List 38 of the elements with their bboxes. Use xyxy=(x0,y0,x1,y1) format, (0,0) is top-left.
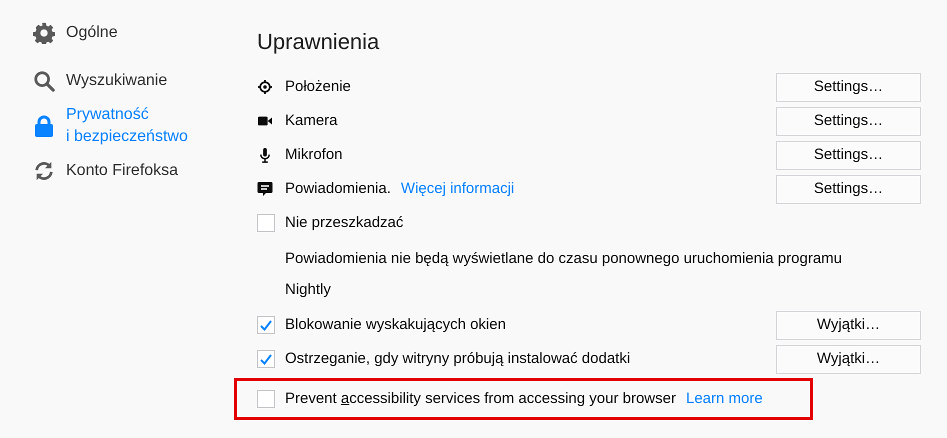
checkbox-label: Nie przeszkadzać xyxy=(285,212,404,233)
permission-label: Położenie xyxy=(285,76,351,97)
microphone-icon xyxy=(259,148,271,162)
section-title: Uprawnienia xyxy=(257,28,380,56)
settings-button[interactable]: Settings… xyxy=(776,140,921,170)
chat-bubble-icon xyxy=(257,181,273,197)
camera-icon xyxy=(258,115,272,127)
checkbox[interactable] xyxy=(257,316,275,334)
settings-button[interactable]: Settings… xyxy=(776,174,921,204)
sidebar-label: Ogólne xyxy=(66,23,118,43)
sync-icon xyxy=(33,160,55,182)
settings-button[interactable]: Wyjątki… xyxy=(776,344,921,374)
checkbox[interactable] xyxy=(257,350,275,368)
location-icon xyxy=(258,80,272,94)
sidebar-label: Wyszukiwanie xyxy=(66,71,168,91)
gear-icon xyxy=(33,22,55,44)
permission-label: Kamera xyxy=(285,110,338,131)
checkbox[interactable] xyxy=(257,214,275,232)
settings-button[interactable]: Settings… xyxy=(776,72,921,102)
permission-label: Mikrofon xyxy=(285,144,343,165)
sidebar-label: Prywatność i bezpieczeństwo xyxy=(66,105,188,147)
note-text: Powiadomienia nie będą wyświetlane do czasu ponownego uruchomienia programu Nightly xyxy=(285,249,844,300)
lock-icon xyxy=(34,115,54,137)
checkmark-icon xyxy=(260,354,272,364)
sidebar-item[interactable]: Ogólne xyxy=(33,22,230,44)
sidebar-item[interactable]: Prywatność i bezpieczeństwo xyxy=(33,104,230,148)
checkbox-label: Prevent accessibility services from accessing your browser xyxy=(285,388,676,409)
sidebar-label: Konto Firefoksa xyxy=(66,161,178,181)
checkbox[interactable] xyxy=(257,390,275,408)
search-icon xyxy=(33,70,55,92)
permission-label: Powiadomienia. xyxy=(285,178,391,199)
checkmark-icon xyxy=(260,320,272,330)
sidebar-item[interactable]: Konto Firefoksa xyxy=(33,160,230,182)
settings-button[interactable]: Settings… xyxy=(776,106,921,136)
checkbox-label: Ostrzeganie, gdy witryny próbują instalować dodatki xyxy=(285,348,630,369)
sidebar-item[interactable]: Wyszukiwanie xyxy=(33,70,230,92)
settings-button[interactable]: Wyjątki… xyxy=(776,310,921,340)
checkbox-label: Blokowanie wyskakujących okien xyxy=(285,314,506,335)
